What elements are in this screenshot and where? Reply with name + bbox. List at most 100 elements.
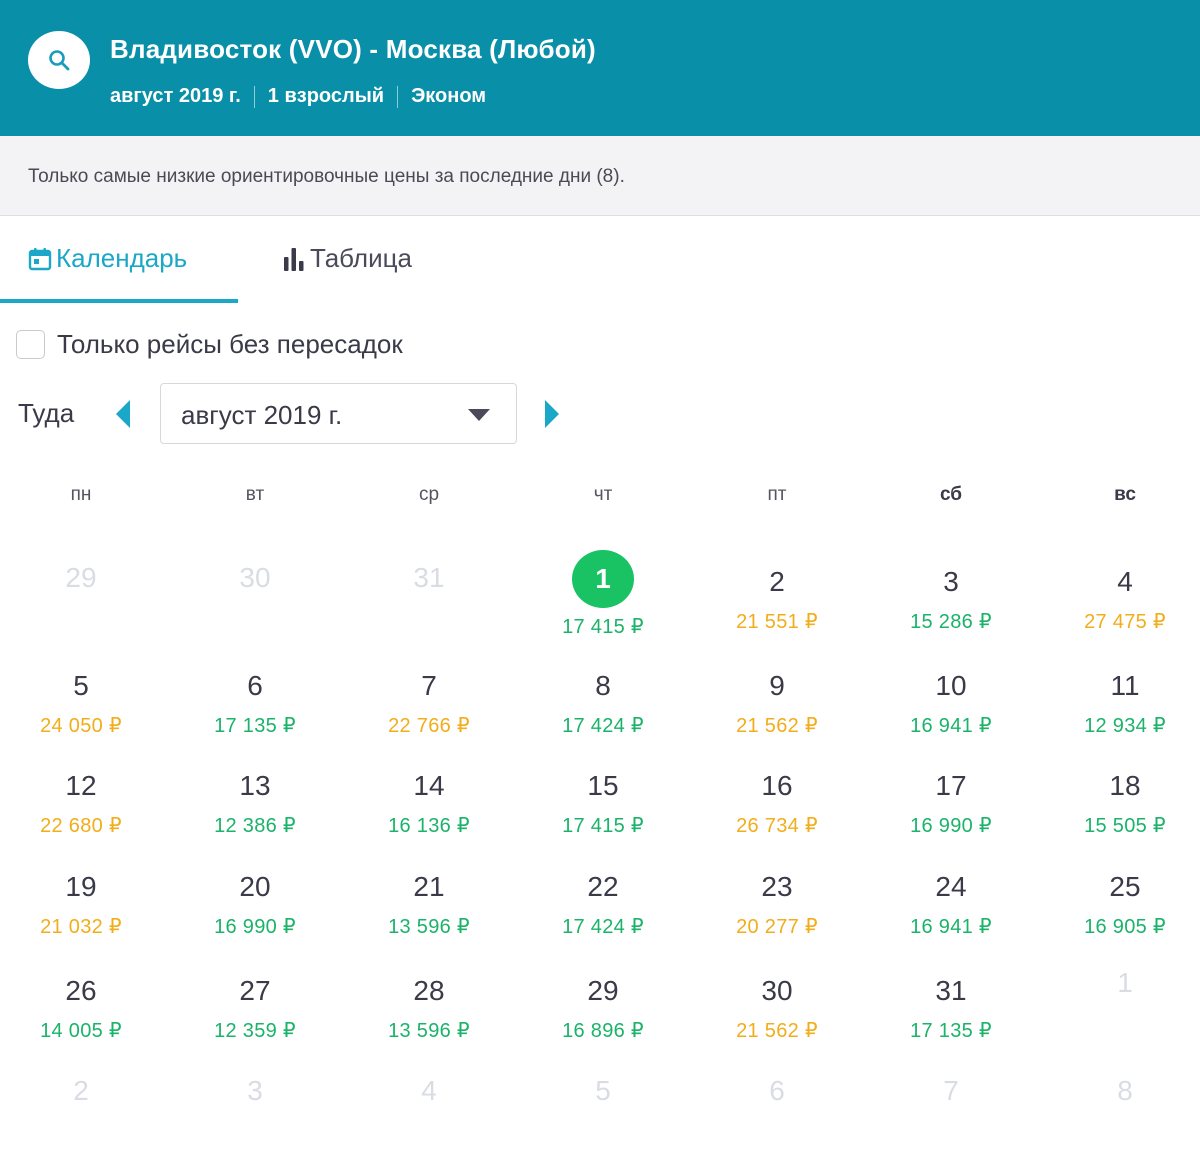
day-number: 1 [595, 563, 611, 594]
direct-flights-filter[interactable]: Только рейсы без пересадок [16, 329, 403, 360]
calendar-day[interactable]: 26 14 005 ₽ [0, 971, 168, 1071]
day-price: 12 359 ₽ [214, 1020, 296, 1042]
month-select-value: август 2019 г. [181, 400, 343, 430]
weekday-sat: сб [939, 484, 963, 505]
day-price: 16 941 ₽ [910, 715, 992, 737]
day-number: 2 [769, 566, 785, 597]
bar-chart-icon [284, 247, 304, 271]
day-number: 19 [65, 871, 97, 902]
next-month-day: 1 [1038, 967, 1200, 1067]
calendar-day[interactable]: 25 16 905 ₽ [1038, 867, 1200, 967]
calendar-day[interactable]: 9 21 562 ₽ [690, 666, 864, 766]
search-icon [49, 50, 70, 71]
calendar-day[interactable]: 14 16 136 ₽ [342, 766, 516, 866]
search-header: Владивосток (VVO) - Москва (Любой) авгус… [0, 0, 1200, 136]
day-price: 17 415 ₽ [562, 815, 644, 837]
next-month-day: 4 [342, 1075, 516, 1156]
calendar-day[interactable]: 4 27 475 ₽ [1038, 562, 1200, 662]
day-price: 26 734 ₽ [736, 815, 818, 837]
calendar-day[interactable]: 6 17 135 ₽ [168, 666, 342, 766]
tab-table-label: Таблица [310, 243, 412, 273]
day-price: 16 905 ₽ [1084, 916, 1166, 938]
calendar-day[interactable]: 18 15 505 ₽ [1038, 766, 1200, 866]
direct-flights-checkbox[interactable] [16, 330, 45, 359]
prev-month-day: 31 [342, 562, 516, 662]
day-number: 31 [413, 562, 445, 593]
calendar-day[interactable]: 27 12 359 ₽ [168, 971, 342, 1071]
calendar-day[interactable]: 10 16 941 ₽ [864, 666, 1038, 766]
day-price: 21 551 ₽ [736, 611, 818, 633]
day-number: 14 [413, 770, 445, 801]
day-price: 17 415 ₽ [562, 616, 644, 638]
calendar-day[interactable]: 23 20 277 ₽ [690, 867, 864, 967]
search-summary[interactable]: август 2019 г. 1 взрослый Эконом [110, 85, 486, 108]
day-price: 22 766 ₽ [388, 715, 470, 737]
price-notice-bar: Только самые низкие ориентировочные цены… [0, 136, 1200, 216]
active-tab-indicator [0, 299, 238, 303]
weekday-wed: ср [418, 484, 440, 505]
prev-month-day: 30 [168, 562, 342, 662]
calendar-day[interactable]: 7 22 766 ₽ [342, 666, 516, 766]
day-number: 3 [943, 566, 959, 597]
day-price: 27 475 ₽ [1084, 611, 1166, 633]
calendar-day[interactable]: 30 21 562 ₽ [690, 971, 864, 1071]
calendar-day[interactable]: 22 17 424 ₽ [516, 867, 690, 967]
calendar-icon [28, 247, 52, 270]
calendar-day[interactable]: 16 26 734 ₽ [690, 766, 864, 866]
next-month-day: 3 [168, 1075, 342, 1156]
day-number: 1 [1117, 967, 1133, 998]
tab-table[interactable]: Таблица [282, 243, 412, 274]
day-number: 6 [769, 1075, 785, 1106]
calendar-day[interactable]: 24 16 941 ₽ [864, 867, 1038, 967]
tab-calendar[interactable]: Календарь [28, 243, 187, 274]
calendar-day[interactable]: 12 22 680 ₽ [0, 766, 168, 866]
calendar-day[interactable]: 5 24 050 ₽ [0, 666, 168, 766]
day-price: 16 941 ₽ [910, 916, 992, 938]
month-select[interactable]: август 2019 г. [160, 383, 517, 444]
prev-month-arrow-icon[interactable] [114, 400, 132, 428]
day-number: 11 [1110, 670, 1140, 701]
day-price: 16 136 ₽ [388, 815, 470, 837]
next-month-day: 8 [1038, 1075, 1200, 1156]
calendar-day-selected[interactable]: 1 17 415 ₽ [516, 550, 690, 662]
day-number: 27 [239, 975, 271, 1006]
next-month-arrow-icon[interactable] [543, 400, 561, 428]
prev-month-day: 29 [0, 562, 168, 662]
calendar-day[interactable]: 17 16 990 ₽ [864, 766, 1038, 866]
weekday-tue: вт [245, 484, 265, 505]
calendar-day[interactable]: 11 12 934 ₽ [1038, 666, 1200, 766]
search-button[interactable] [28, 31, 90, 89]
tab-calendar-label: Календарь [56, 243, 188, 273]
day-number: 6 [247, 670, 263, 701]
calendar-day[interactable]: 19 21 032 ₽ [0, 867, 168, 967]
day-number: 28 [413, 975, 445, 1006]
day-number: 4 [421, 1075, 437, 1106]
day-number: 8 [1117, 1075, 1133, 1106]
calendar-day[interactable]: 21 13 596 ₽ [342, 867, 516, 967]
direct-flights-label: Только рейсы без пересадок [57, 329, 403, 359]
day-number: 12 [65, 770, 97, 801]
passenger-count: 1 взрослый [267, 85, 385, 107]
day-number: 22 [587, 871, 619, 902]
next-month-day: 5 [516, 1075, 690, 1156]
day-number: 16 [761, 770, 793, 801]
day-price: 16 896 ₽ [562, 1020, 644, 1042]
next-month-day: 2 [0, 1075, 168, 1156]
calendar-day[interactable]: 28 13 596 ₽ [342, 971, 516, 1071]
day-price: 21 032 ₽ [40, 916, 122, 938]
day-number: 20 [239, 871, 271, 902]
day-number: 5 [73, 670, 89, 701]
calendar-day[interactable]: 31 17 135 ₽ [864, 971, 1038, 1071]
separator [253, 85, 255, 108]
day-number: 4 [1117, 566, 1133, 597]
calendar-day[interactable]: 29 16 896 ₽ [516, 971, 690, 1071]
calendar-day[interactable]: 3 15 286 ₽ [864, 562, 1038, 662]
calendar-day[interactable]: 2 21 551 ₽ [690, 562, 864, 662]
calendar-day[interactable]: 13 12 386 ₽ [168, 766, 342, 866]
route-title[interactable]: Владивосток (VVO) - Москва (Любой) [110, 34, 596, 65]
calendar-day[interactable]: 20 16 990 ₽ [168, 867, 342, 967]
calendar-day[interactable]: 8 17 424 ₽ [516, 666, 690, 766]
next-month-day: 7 [864, 1075, 1038, 1156]
calendar-day[interactable]: 15 17 415 ₽ [516, 766, 690, 866]
day-price: 15 286 ₽ [910, 611, 992, 633]
